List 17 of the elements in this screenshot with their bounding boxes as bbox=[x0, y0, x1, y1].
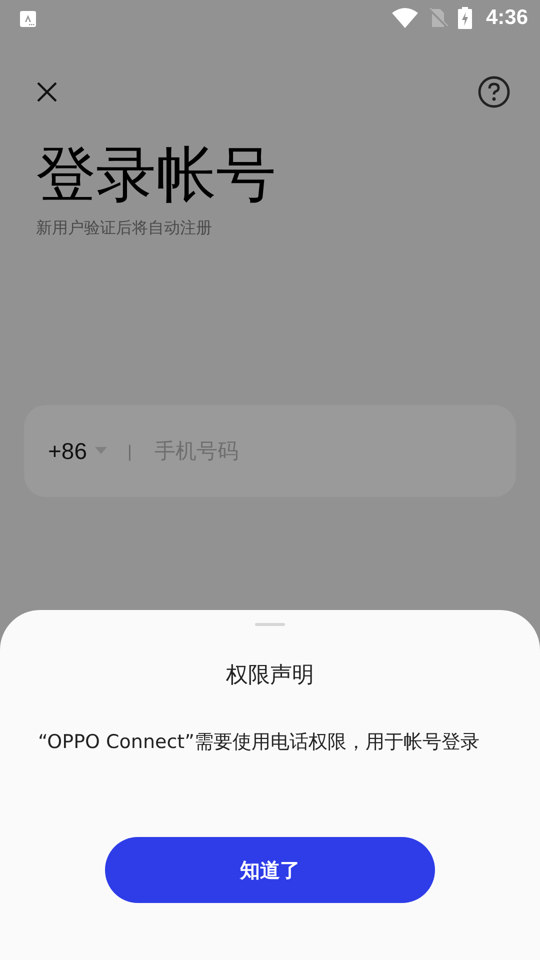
separator: | bbox=[127, 442, 132, 460]
battery-charging-icon bbox=[458, 7, 472, 29]
no-sim-icon bbox=[428, 8, 448, 28]
drag-handle[interactable] bbox=[255, 623, 285, 626]
wifi-icon bbox=[392, 8, 418, 28]
status-time: 4:36 bbox=[486, 6, 528, 30]
dialog-title: 权限声明 bbox=[226, 662, 314, 690]
close-icon bbox=[36, 81, 58, 103]
got-it-button[interactable]: 知道了 bbox=[105, 837, 435, 903]
keyboard-icon bbox=[20, 10, 36, 26]
help-icon bbox=[478, 76, 510, 108]
page-subtitle: 新用户验证后将自动注册 bbox=[36, 218, 213, 239]
page-title: 登录帐号 bbox=[36, 142, 277, 208]
caret-icon bbox=[95, 447, 108, 455]
help-button[interactable] bbox=[476, 74, 512, 110]
dialog-message: “OPPO Connect”需要使用电话权限，用于帐号登录 bbox=[38, 730, 480, 755]
country-code-dropdown[interactable]: +86 bbox=[48, 438, 108, 464]
